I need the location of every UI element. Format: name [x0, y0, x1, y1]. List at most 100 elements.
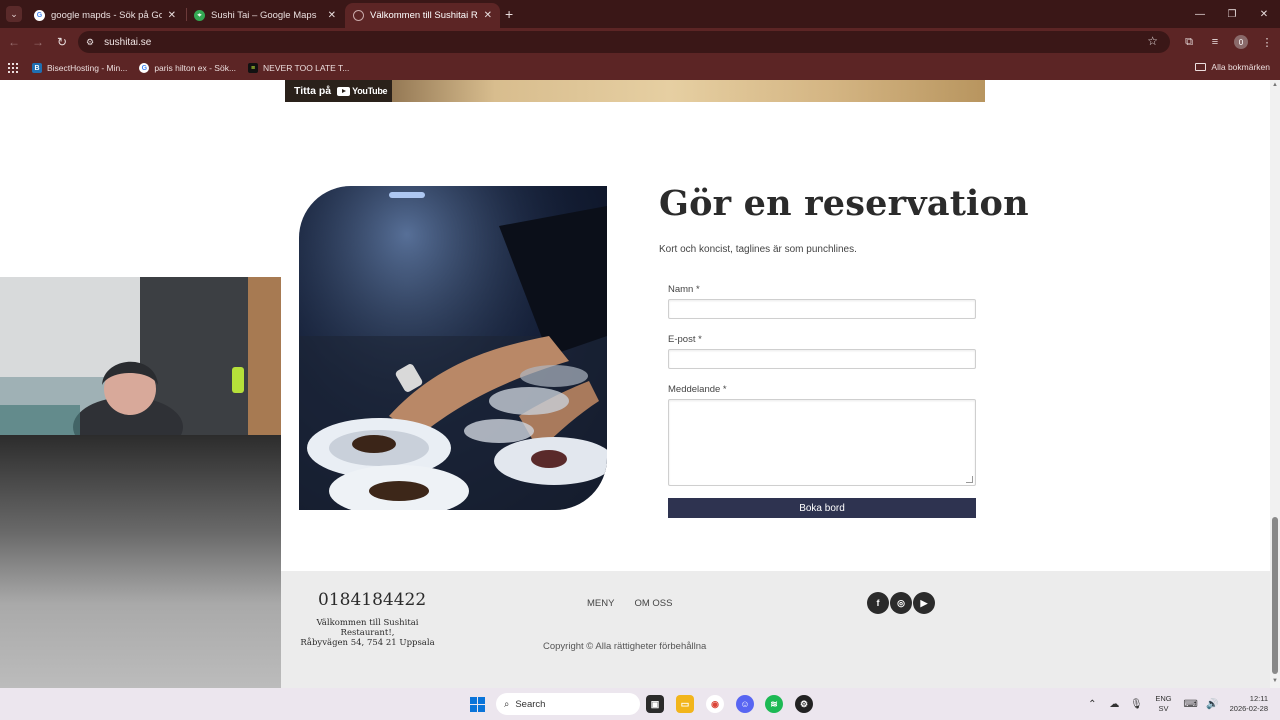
tab-search-button[interactable]: ⌄ — [6, 6, 22, 22]
webcam-overlay — [0, 277, 281, 716]
tab-google-maps[interactable]: ⌖ Sushi Tai – Google Maps ✕ — [186, 3, 344, 28]
loading-icon — [353, 10, 364, 21]
discord-icon[interactable]: ☺ — [736, 695, 754, 713]
page-scrollbar[interactable]: ▲ ▼ — [1270, 80, 1280, 688]
youtube-brand: YouTube — [352, 86, 388, 96]
extensions-icon[interactable]: ⧉ — [1176, 36, 1202, 49]
scrollbar-thumb[interactable] — [1272, 517, 1278, 674]
webcam-illustration — [0, 277, 281, 457]
taskbar: ⌕ Search ▣ ▭ ◉ ☺ ≋ ⚙ ⌃ ☁ 🎙 ENG SV ⌨ 🔊 12… — [0, 688, 1280, 720]
message-label: Meddelande * — [668, 384, 727, 395]
microphone-icon[interactable]: 🎙 — [1125, 699, 1147, 710]
chef-plating-photo — [299, 186, 607, 510]
clock-time: 12:11 — [1249, 694, 1268, 703]
watch-on-youtube-button[interactable]: Titta på YouTube — [285, 80, 392, 102]
task-view-icon[interactable]: ▣ — [646, 695, 664, 713]
search-placeholder: Search — [515, 698, 546, 710]
tab-title: google mapds - Sök på Google — [51, 10, 162, 21]
bookmark-label: BisectHosting - Min... — [47, 63, 128, 73]
search-icon: ⌕ — [504, 698, 510, 710]
tab-title: Sushi Tai – Google Maps — [211, 10, 317, 21]
new-tab-button[interactable]: + — [505, 6, 513, 22]
instagram-icon[interactable]: ◎ — [890, 592, 912, 614]
chevron-up-icon[interactable]: ⌃ — [1081, 699, 1103, 710]
youtube-logo: YouTube — [337, 86, 388, 96]
taskbar-search[interactable]: ⌕ Search — [496, 693, 640, 715]
tab-title: Välkommen till Sushitai Restaurant — [370, 10, 478, 21]
footer-nav-about[interactable]: OM OSS — [634, 598, 672, 609]
close-icon[interactable]: ✕ — [328, 10, 336, 21]
app-icon: ≡ — [248, 63, 259, 73]
forward-icon[interactable]: → — [26, 30, 50, 54]
file-explorer-icon[interactable]: ▭ — [676, 695, 694, 713]
address-line: Välkommen till Sushitai Restaurant!, — [316, 618, 419, 638]
all-bookmarks-label: Alla bokmärken — [1211, 62, 1270, 72]
close-icon[interactable]: ✕ — [168, 10, 176, 21]
window-controls: — ❐ ✕ — [1184, 0, 1280, 28]
chef-photo-illustration — [299, 186, 607, 510]
clock[interactable]: 12:11 2026-02-28 — [1230, 694, 1268, 714]
bookmark-bisecthosting[interactable]: B BisectHosting - Min... — [32, 63, 127, 73]
minimize-icon[interactable]: — — [1184, 0, 1216, 28]
apps-grid-icon[interactable] — [8, 63, 18, 73]
onedrive-icon[interactable]: ☁ — [1103, 699, 1125, 710]
close-icon[interactable]: ✕ — [484, 10, 492, 21]
menu-dots-icon[interactable]: ⋮ — [1254, 36, 1280, 49]
language-indicator[interactable]: ENG SV — [1155, 694, 1171, 714]
lang-bottom: SV — [1158, 704, 1169, 713]
name-field[interactable] — [668, 299, 976, 319]
reload-icon[interactable]: ↻ — [50, 30, 74, 54]
back-icon[interactable]: ← — [2, 30, 26, 54]
bookmark-label: NEVER TOO LATE T... — [263, 63, 350, 73]
chrome-icon[interactable]: ◉ — [706, 695, 724, 713]
youtube-icon[interactable]: ▶ — [913, 592, 935, 614]
all-bookmarks-button[interactable]: Alla bokmärken — [1195, 62, 1270, 72]
site-info-icon[interactable]: ⚙ — [86, 37, 94, 48]
scroll-up-icon[interactable]: ▲ — [1272, 82, 1278, 88]
address-bar[interactable]: ⚙ sushitai.se ☆ — [78, 31, 1170, 53]
spotify-icon[interactable]: ≋ — [765, 695, 783, 713]
address-line: Råbyvägen 54, 754 21 Uppsala — [300, 638, 435, 648]
footer-phone[interactable]: 0184184422 — [318, 590, 426, 610]
youtube-play-icon — [337, 86, 351, 96]
url-text: sushitai.se — [104, 36, 152, 48]
close-window-icon[interactable]: ✕ — [1248, 0, 1280, 28]
copyright: Copyright © Alla rättigheter förbehållna — [543, 641, 707, 652]
toolbar-actions: ⧉ ≡ 0 ⋮ — [1176, 28, 1280, 56]
profile-avatar[interactable]: 0 — [1234, 35, 1248, 49]
email-label: E-post * — [668, 334, 702, 345]
bookmark-never-too-late[interactable]: ≡ NEVER TOO LATE T... — [248, 63, 349, 73]
google-icon: G — [34, 10, 45, 21]
bisect-icon: B — [32, 63, 42, 73]
footer-address: Välkommen till Sushitai Restaurant!, Råb… — [290, 618, 445, 648]
tab-google-search[interactable]: G google mapds - Sök på Google ✕ — [26, 3, 184, 28]
system-tray: ⌃ ☁ 🎙 ENG SV ⌨ 🔊 12:11 2026-02-28 — [1081, 688, 1280, 720]
media-controls-icon[interactable]: ≡ — [1202, 36, 1228, 48]
restore-icon[interactable]: ❐ — [1216, 0, 1248, 28]
tab-sushitai[interactable]: Välkommen till Sushitai Restaurant ✕ — [345, 3, 500, 28]
bookmarks-bar: B BisectHosting - Min... G paris hilton … — [0, 56, 1280, 80]
google-icon: G — [139, 63, 150, 73]
webcam-shadow — [0, 435, 281, 716]
message-field[interactable] — [668, 399, 976, 486]
watch-on-label: Titta på — [294, 85, 332, 97]
bookmark-star-icon[interactable]: ☆ — [1147, 34, 1158, 48]
browser-toolbar: ← → ↻ ⚙ sushitai.se ☆ ⧉ ≡ 0 ⋮ — [0, 28, 1280, 56]
clock-date: 2026-02-28 — [1229, 704, 1268, 713]
windows-start-icon[interactable] — [470, 697, 485, 712]
maps-icon: ⌖ — [194, 10, 205, 21]
lang-top: ENG — [1155, 694, 1172, 703]
reservation-title: Gör en reservation — [659, 183, 1029, 224]
book-table-button[interactable]: Boka bord — [668, 498, 976, 518]
reservation-tagline: Kort och koncist, taglines är som punchl… — [659, 244, 857, 255]
bookmark-paris-hilton[interactable]: G paris hilton ex - Sök... — [139, 63, 236, 73]
volume-icon[interactable]: 🔊 — [1202, 699, 1224, 710]
steam-icon[interactable]: ⚙ — [795, 695, 813, 713]
network-icon[interactable]: ⌨ — [1180, 699, 1202, 710]
name-label: Namn * — [668, 284, 700, 295]
email-field[interactable] — [668, 349, 976, 369]
folder-icon — [1195, 63, 1207, 71]
footer-nav-menu[interactable]: MENY — [587, 598, 614, 609]
scroll-down-icon[interactable]: ▼ — [1272, 678, 1278, 684]
facebook-icon[interactable]: f — [867, 592, 889, 614]
